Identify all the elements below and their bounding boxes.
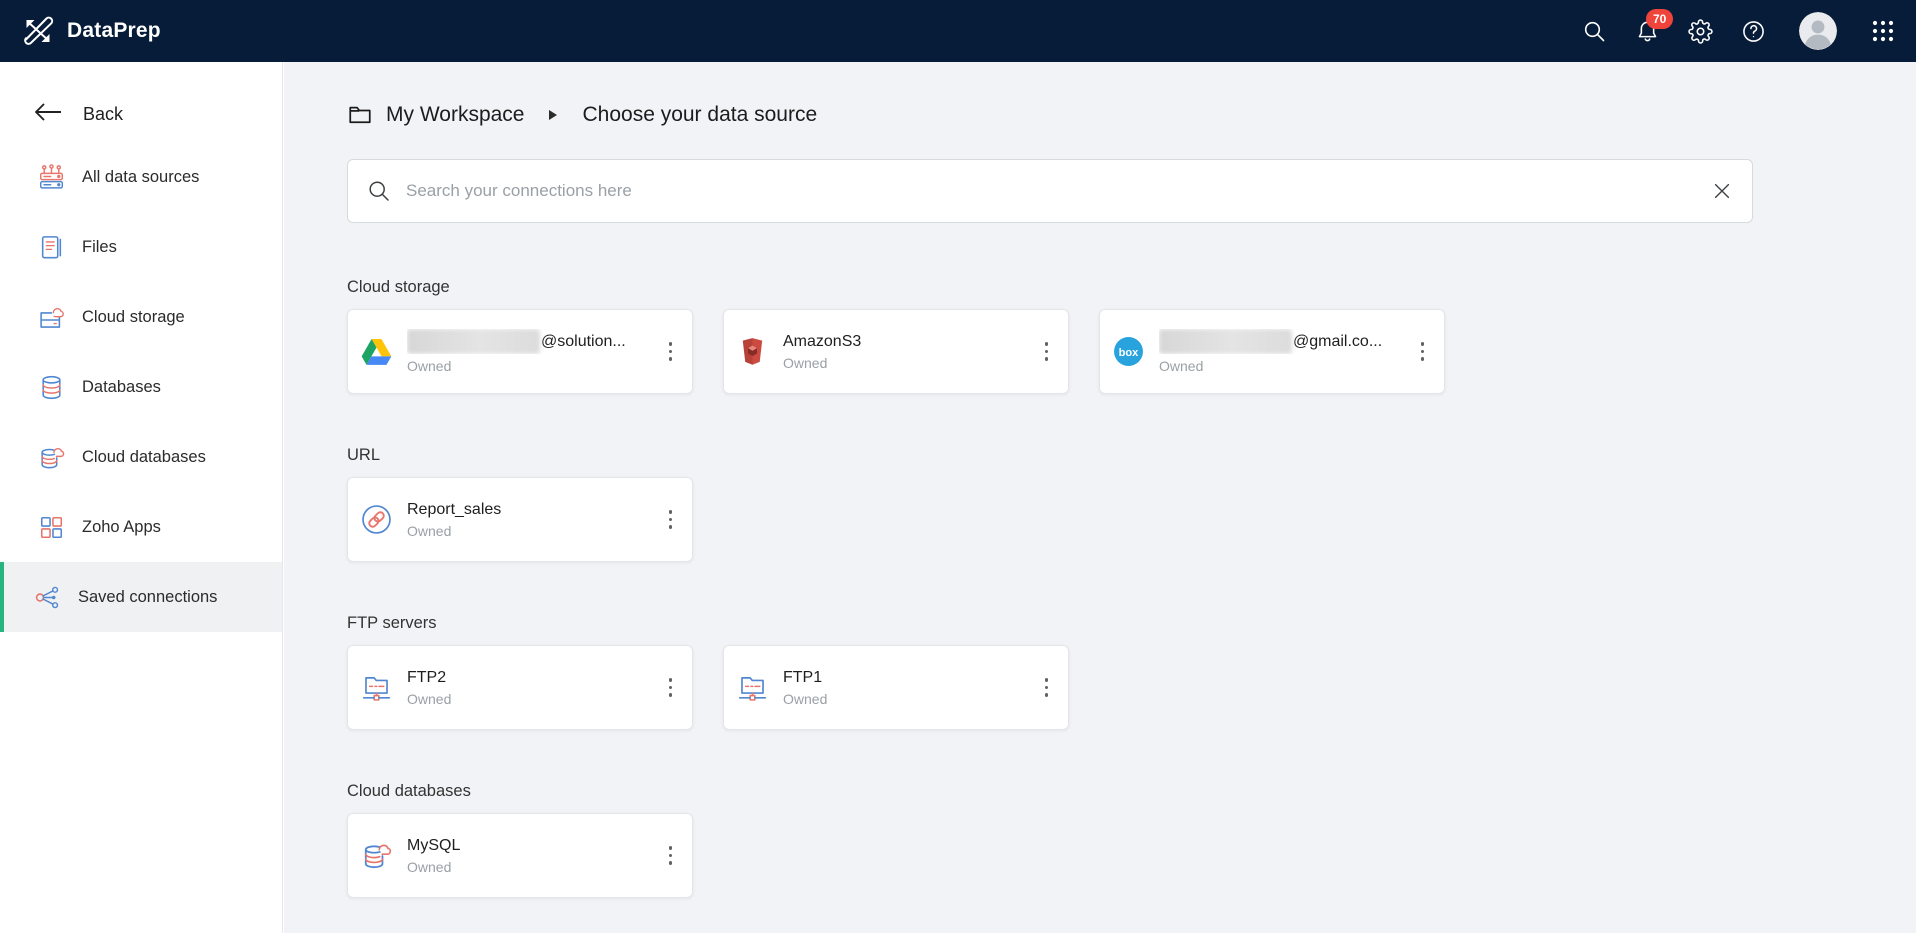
main-content: My Workspace Choose your data source Clo… [284, 62, 1916, 933]
notification-count-badge: 70 [1646, 9, 1673, 29]
ownership-label: Owned [407, 523, 663, 539]
workspace-folder-icon [347, 102, 373, 128]
redacted-name [407, 329, 540, 354]
card-row: @solution... Owned AmazonS3 Owned box @g… [347, 309, 1876, 394]
card-menu-icon[interactable] [663, 672, 679, 703]
card-row: FTP2 Owned FTP1 Owned [347, 645, 1876, 730]
search-input-icon [367, 179, 391, 208]
cloud-storage-icon [38, 304, 65, 331]
app-title: DataPrep [67, 19, 161, 43]
dataprep-logo-icon [22, 16, 54, 46]
ownership-label: Owned [407, 859, 663, 875]
cloud-databases-icon [38, 444, 65, 471]
saved-connections-icon [34, 584, 61, 611]
connection-name: MySQL [407, 837, 663, 855]
sidebar-items: All data sources Files Cloud storage Dat… [0, 142, 282, 632]
notifications-bell-icon[interactable]: 70 [1634, 18, 1660, 44]
url-link-icon [361, 504, 392, 535]
section-title: Cloud storage [347, 276, 1876, 298]
box-icon: box [1113, 336, 1144, 367]
top-actions: 70 [1581, 12, 1896, 50]
user-avatar[interactable] [1799, 12, 1837, 50]
card-menu-icon[interactable] [663, 504, 679, 535]
search-input[interactable] [347, 159, 1753, 223]
breadcrumb-separator-icon [549, 110, 557, 120]
connection-card[interactable]: box @gmail.co... Owned [1099, 309, 1445, 394]
search-icon[interactable] [1581, 18, 1607, 44]
connection-section: Cloud storage @solution... Owned AmazonS… [347, 276, 1876, 394]
connection-name: AmazonS3 [783, 333, 1039, 351]
sidebar-item-cloud-databases[interactable]: Cloud databases [0, 422, 282, 492]
connection-sections: Cloud storage @solution... Owned AmazonS… [347, 276, 1876, 898]
connection-name: Report_sales [407, 501, 663, 519]
amazon-s3-icon [737, 336, 768, 367]
sidebar-item-zoho-apps[interactable]: Zoho Apps [0, 492, 282, 562]
card-menu-icon[interactable] [1039, 336, 1055, 367]
ownership-label: Owned [783, 691, 1039, 707]
connection-card[interactable]: AmazonS3 Owned [723, 309, 1069, 394]
back-arrow-icon [34, 103, 61, 126]
back-label: Back [83, 104, 123, 125]
connection-section: FTP servers FTP2 Owned FTP1 Owned [347, 612, 1876, 730]
card-menu-icon[interactable] [663, 840, 679, 871]
ownership-label: Owned [407, 358, 663, 374]
svg-text:box: box [1119, 347, 1140, 359]
clear-search-icon[interactable] [1711, 180, 1733, 207]
settings-gear-icon[interactable] [1687, 18, 1713, 44]
sidebar-item-databases[interactable]: Databases [0, 352, 282, 422]
ftp-server-icon [737, 672, 768, 703]
back-button[interactable]: Back [0, 92, 282, 136]
page-title: Choose your data source [582, 103, 817, 127]
zoho-apps-icon [38, 514, 65, 541]
apps-grid-icon[interactable] [1870, 18, 1896, 44]
redacted-name [1159, 329, 1292, 354]
app-brand: DataPrep [22, 16, 161, 46]
connection-card[interactable]: Report_sales Owned [347, 477, 693, 562]
card-row: MySQL Owned [347, 813, 1876, 898]
sidebar-item-all-data-sources[interactable]: All data sources [0, 142, 282, 212]
ftp-server-icon [361, 672, 392, 703]
breadcrumb-workspace[interactable]: My Workspace [386, 103, 524, 127]
card-menu-icon[interactable] [1415, 336, 1431, 367]
top-bar: DataPrep 70 [0, 0, 1916, 62]
section-title: FTP servers [347, 612, 1876, 634]
connection-card[interactable]: FTP2 Owned [347, 645, 693, 730]
connection-section: Cloud databases MySQL Owned [347, 780, 1876, 898]
databases-icon [38, 374, 65, 401]
data-sources-icon [38, 164, 65, 191]
connection-card[interactable]: FTP1 Owned [723, 645, 1069, 730]
sidebar-item-cloud-storage[interactable]: Cloud storage [0, 282, 282, 352]
connection-name: @gmail.co... [1159, 329, 1415, 354]
connection-section: URL Report_sales Owned [347, 444, 1876, 562]
ownership-label: Owned [1159, 358, 1415, 374]
card-row: Report_sales Owned [347, 477, 1876, 562]
sidebar: Back All data sources Files Cloud storag… [0, 62, 283, 933]
search-bar [347, 159, 1753, 223]
connection-card[interactable]: MySQL Owned [347, 813, 693, 898]
card-menu-icon[interactable] [1039, 672, 1055, 703]
connection-name: @solution... [407, 329, 663, 354]
google-drive-icon [361, 336, 392, 367]
breadcrumb: My Workspace Choose your data source [347, 98, 1876, 132]
section-title: Cloud databases [347, 780, 1876, 802]
cloud-database-icon [361, 840, 392, 871]
ownership-label: Owned [407, 691, 663, 707]
help-icon[interactable] [1740, 18, 1766, 44]
connection-name: FTP2 [407, 669, 663, 687]
card-menu-icon[interactable] [663, 336, 679, 367]
ownership-label: Owned [783, 355, 1039, 371]
files-icon [38, 234, 65, 261]
connection-name: FTP1 [783, 669, 1039, 687]
connection-card[interactable]: @solution... Owned [347, 309, 693, 394]
sidebar-item-saved-connections[interactable]: Saved connections [0, 562, 282, 632]
section-title: URL [347, 444, 1876, 466]
sidebar-item-files[interactable]: Files [0, 212, 282, 282]
